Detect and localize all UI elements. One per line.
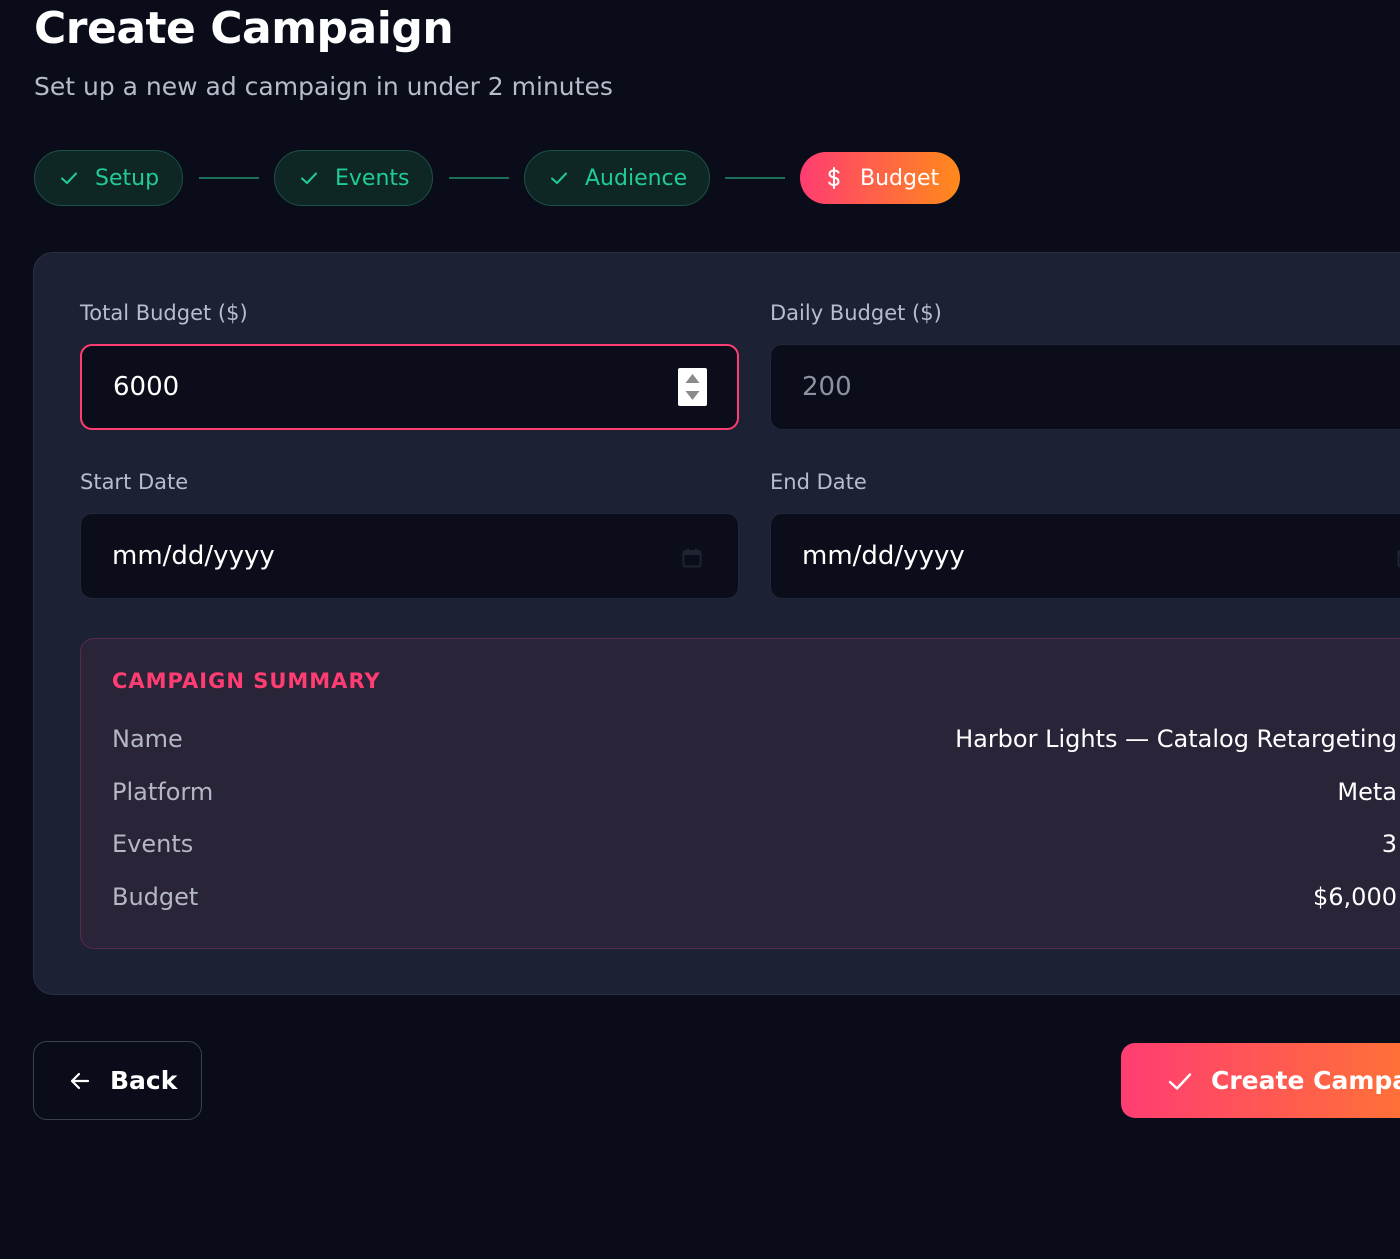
- summary-row-events: Events 3: [112, 830, 1397, 866]
- step-connector: [199, 177, 259, 179]
- dollar-icon: [824, 167, 844, 189]
- step-setup[interactable]: Setup: [34, 150, 183, 206]
- summary-title: CAMPAIGN SUMMARY: [112, 669, 381, 693]
- campaign-summary: CAMPAIGN SUMMARY Name Harbor Lights — Ca…: [80, 638, 1400, 949]
- step-connector: [725, 177, 785, 179]
- step-connector: [449, 177, 509, 179]
- back-button[interactable]: Back: [33, 1041, 202, 1120]
- step-label: Setup: [95, 165, 160, 191]
- summary-row-platform: Platform Meta: [112, 778, 1397, 814]
- check-icon: [59, 168, 79, 188]
- start-date-placeholder: mm/dd/yyyy: [112, 541, 275, 571]
- summary-value: Meta: [1337, 778, 1397, 806]
- step-label: Events: [335, 165, 410, 191]
- check-icon: [299, 168, 319, 188]
- page-title: Create Campaign: [34, 3, 454, 54]
- summary-row-name: Name Harbor Lights — Catalog Retargeting: [112, 725, 1397, 761]
- total-budget-input[interactable]: 6000: [80, 344, 739, 430]
- step-label: Budget: [860, 165, 940, 191]
- create-campaign-button[interactable]: Create Campaign: [1121, 1043, 1400, 1118]
- total-budget-label: Total Budget ($): [80, 301, 248, 325]
- daily-budget-label: Daily Budget ($): [770, 301, 942, 325]
- step-audience[interactable]: Audience: [524, 150, 710, 206]
- summary-value: Harbor Lights — Catalog Retargeting: [955, 725, 1397, 753]
- number-stepper[interactable]: [678, 368, 707, 406]
- step-events[interactable]: Events: [274, 150, 433, 206]
- end-date-label: End Date: [770, 470, 867, 494]
- stepper: Setup Events Audience Budget: [34, 150, 1034, 206]
- step-label: Audience: [585, 165, 688, 191]
- chevron-down-icon: [685, 391, 700, 400]
- end-date-input[interactable]: mm/dd/yyyy: [770, 513, 1400, 599]
- chevron-up-icon: [685, 374, 700, 383]
- summary-row-budget: Budget $6,000: [112, 883, 1397, 919]
- daily-budget-placeholder: 200: [802, 372, 852, 402]
- check-icon: [549, 168, 569, 188]
- summary-value: 3: [1381, 830, 1397, 858]
- create-campaign-page: Create Campaign Set up a new ad campaign…: [0, 0, 1400, 1259]
- start-date-input[interactable]: mm/dd/yyyy: [80, 513, 739, 599]
- step-budget[interactable]: Budget: [800, 152, 960, 204]
- page-subtitle: Set up a new ad campaign in under 2 minu…: [34, 72, 613, 101]
- summary-label: Platform: [112, 778, 214, 806]
- budget-panel: Total Budget ($) 6000 Daily Budget ($) 2…: [33, 252, 1400, 995]
- summary-label: Budget: [112, 883, 199, 911]
- summary-label: Events: [112, 830, 194, 858]
- check-icon: [1167, 1068, 1193, 1094]
- arrow-left-icon: [68, 1069, 92, 1093]
- create-campaign-label: Create Campaign: [1211, 1066, 1400, 1095]
- end-date-placeholder: mm/dd/yyyy: [802, 541, 965, 571]
- summary-value: $6,000: [1313, 883, 1397, 911]
- start-date-label: Start Date: [80, 470, 189, 494]
- summary-label: Name: [112, 725, 183, 753]
- back-button-label: Back: [110, 1066, 178, 1095]
- daily-budget-input[interactable]: 200: [770, 344, 1400, 430]
- total-budget-value: 6000: [113, 372, 180, 402]
- calendar-icon[interactable]: [682, 545, 702, 568]
